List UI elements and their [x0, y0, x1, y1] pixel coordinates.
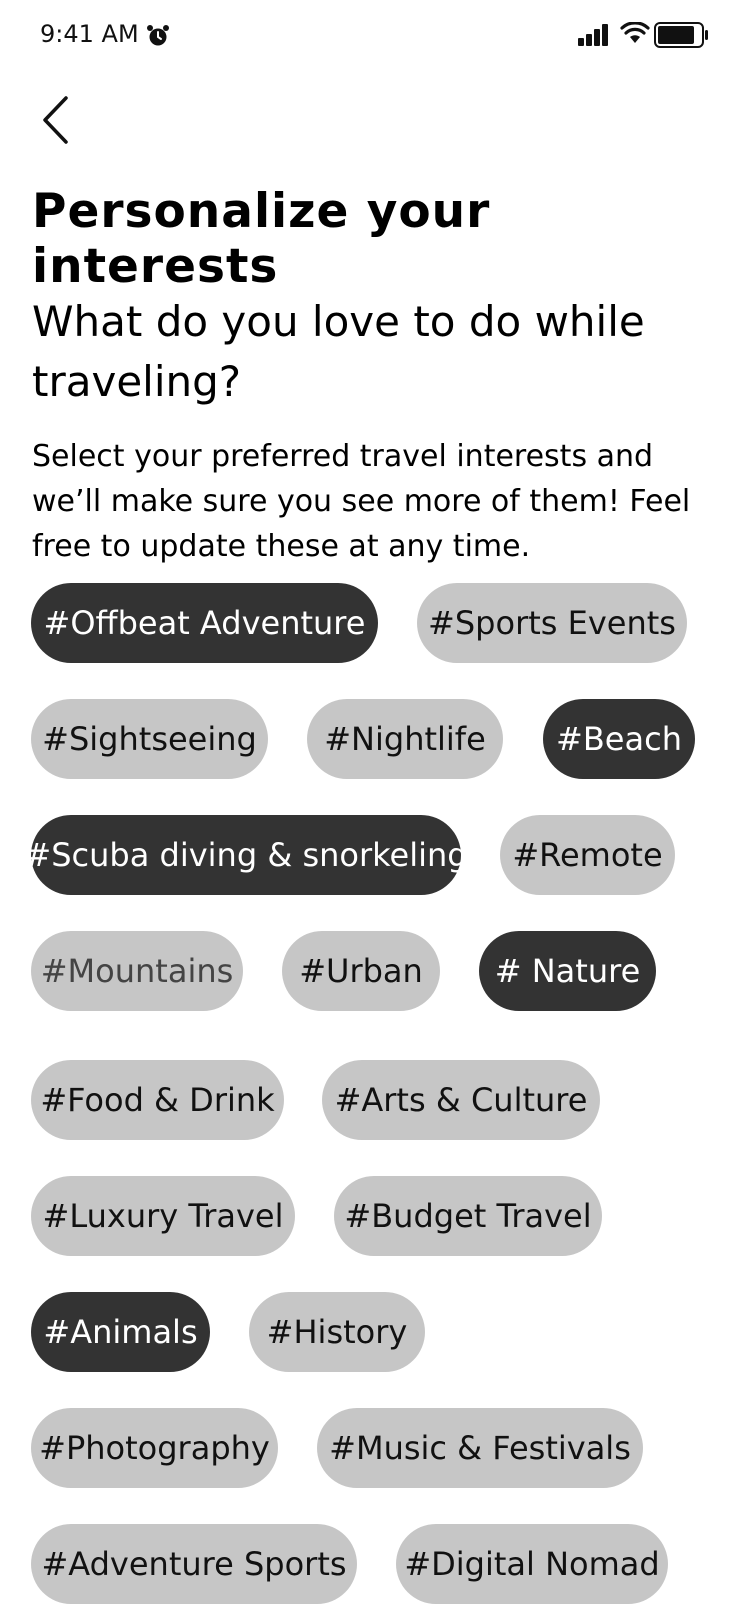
- wifi-icon: [620, 22, 650, 43]
- tag-remote[interactable]: #Remote: [500, 815, 675, 895]
- status-time: 9:41 AM: [40, 20, 139, 48]
- back-button[interactable]: [34, 96, 74, 148]
- tag-animals[interactable]: #Animals: [31, 1292, 210, 1372]
- tag-arts-culture[interactable]: #Arts & Culture: [322, 1060, 600, 1140]
- tag-nightlife[interactable]: #Nightlife: [307, 699, 503, 779]
- tag-mountains[interactable]: #Mountains: [31, 931, 243, 1011]
- tag-history[interactable]: #History: [249, 1292, 425, 1372]
- battery-icon: [654, 22, 708, 48]
- chevron-left-icon: [43, 96, 68, 144]
- page-title: Personalize your interests: [32, 184, 491, 294]
- alarm-icon: [147, 25, 169, 46]
- tag-nature[interactable]: # Nature: [479, 931, 656, 1011]
- tag-budget-travel[interactable]: #Budget Travel: [334, 1176, 602, 1256]
- tag-offbeat-adventure[interactable]: #Offbeat Adventure: [31, 583, 378, 663]
- tag-luxury-travel[interactable]: #Luxury Travel: [31, 1176, 295, 1256]
- signal-icon: [578, 24, 608, 46]
- tag-food-drink[interactable]: #Food & Drink: [31, 1060, 284, 1140]
- status-bar: 9:41 AM: [0, 0, 750, 72]
- tag-digital-nomad[interactable]: #Digital Nomad: [396, 1524, 668, 1604]
- tag-scuba-diving-snorkeling[interactable]: #Scuba diving & snorkeling: [24, 815, 468, 895]
- tag-music-festivals[interactable]: #Music & Festivals: [317, 1408, 643, 1488]
- question-heading: What do you love to do while traveling?: [32, 297, 645, 406]
- tag-photography[interactable]: #Photography: [31, 1408, 278, 1488]
- tag-beach[interactable]: #Beach: [543, 699, 695, 779]
- tag-urban[interactable]: #Urban: [282, 931, 440, 1011]
- tag-adventure-sports[interactable]: #Adventure Sports: [31, 1524, 357, 1604]
- description-text: Select your preferred travel interests a…: [32, 439, 691, 564]
- tag-sightseeing[interactable]: #Sightseeing: [31, 699, 268, 779]
- tag-sports-events[interactable]: #Sports Events: [417, 583, 687, 663]
